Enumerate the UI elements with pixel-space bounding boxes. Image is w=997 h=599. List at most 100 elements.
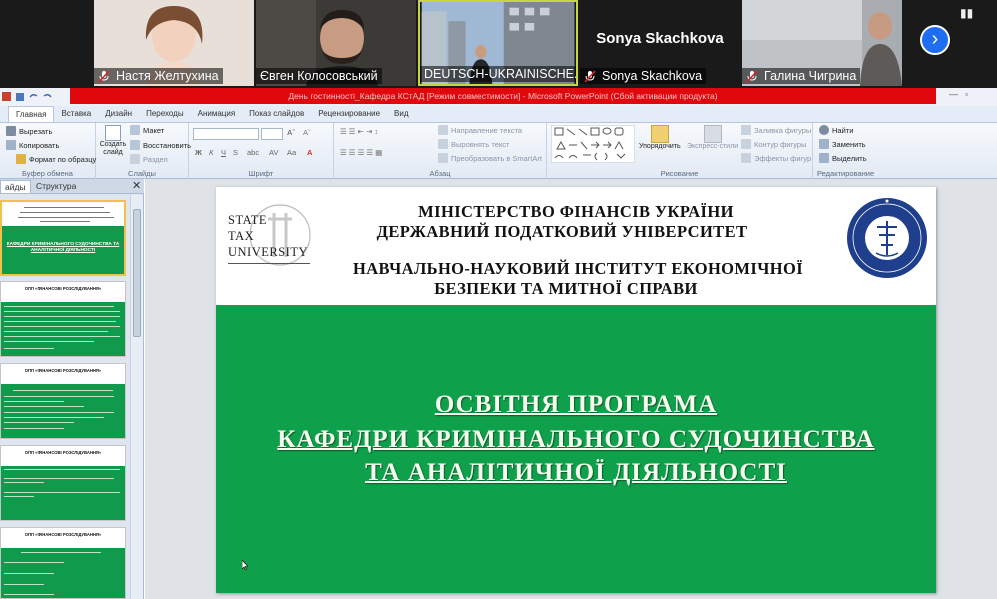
panel-tabs: айды Структура ✕ — [0, 179, 144, 194]
tab-design[interactable]: Дизайн — [98, 106, 139, 122]
tab-slideshow[interactable]: Показ слайдов — [242, 106, 311, 122]
align-icons[interactable]: ☰ ☰ ☰ ☰ ▦ — [340, 148, 382, 157]
current-slide[interactable]: STATE TAX UNIVERSITY МІНІСТЕРСТВО ФІНАНС… — [216, 187, 936, 593]
scrollbar-thumb[interactable] — [133, 209, 141, 337]
shape-fill-button[interactable]: Заливка фигуры — [741, 125, 811, 135]
slide-thumbnail-5[interactable]: ОПП «ФІНАНСОВІ РОЗСЛІДУВАННЯ» — [0, 527, 126, 599]
format-painter-button[interactable]: Формат по образцу — [16, 154, 96, 164]
layout-button[interactable]: Макет — [130, 125, 164, 135]
restore-icon[interactable]: ▫ — [965, 89, 968, 99]
shape-effects-label: Эффекты фигур — [754, 153, 812, 163]
participant-tile-3-active[interactable]: DEUTSCH-UKRAINISCHE... — [418, 0, 578, 86]
strikethrough-icon[interactable]: S — [233, 148, 238, 157]
font-size-select[interactable] — [261, 128, 283, 140]
bold-icon[interactable]: Ж — [195, 148, 202, 157]
section-button[interactable]: Раздел — [130, 154, 168, 164]
participant-name: Євген Колосовський — [260, 69, 378, 83]
text-direction-button[interactable]: Направление текста — [438, 125, 522, 135]
tab-home[interactable]: Главная — [8, 106, 55, 122]
slide-thumbnail-2[interactable]: ОПП «ФІНАНСОВІ РОЗСЛІДУВАННЯ» — [0, 281, 126, 357]
slide-thumbnail-1[interactable]: КАФЕДРИ КРИМІНАЛЬНОГО СУДОЧИНСТВА ТА АНА… — [0, 200, 126, 276]
copy-button[interactable]: Копировать — [6, 140, 59, 150]
mic-muted-icon — [98, 69, 110, 83]
tab-view[interactable]: Вид — [387, 106, 415, 122]
undo-icon[interactable] — [29, 94, 38, 98]
tab-outline[interactable]: Структура — [32, 180, 80, 193]
minimize-icon[interactable]: — — [949, 89, 958, 99]
shapes-gallery-icon[interactable] — [551, 125, 635, 163]
section-label: Раздел — [143, 154, 168, 164]
new-slide-button[interactable]: Создать слайд — [98, 125, 128, 157]
font-color-icon[interactable]: A — [307, 148, 312, 157]
thumb-body — [1, 302, 125, 356]
next-page-button[interactable]: › — [920, 25, 950, 55]
font-family-select[interactable] — [193, 128, 259, 140]
replace-button[interactable]: Заменить — [819, 139, 866, 149]
mic-muted-icon — [746, 69, 758, 83]
align-text-icon — [438, 139, 448, 149]
group-label: Редактирование — [817, 169, 875, 178]
copy-icon — [6, 140, 16, 150]
group-label: Слайды — [128, 169, 156, 178]
tab-animation[interactable]: Анимация — [191, 106, 243, 122]
participant-name-bar: Настя Желтухина — [94, 68, 223, 84]
institute-seal-icon — [847, 198, 927, 278]
group-slides: Создать слайд Макет Восстановить Раздел … — [96, 123, 191, 179]
reset-button[interactable]: Восстановить — [130, 140, 191, 150]
participant-name-bar: Галина Чигрина — [742, 68, 861, 84]
tab-review[interactable]: Рецензирование — [311, 106, 387, 122]
view-options-icon[interactable]: ▮▮ — [960, 6, 973, 20]
tab-insert[interactable]: Вставка — [54, 106, 98, 122]
tab-transitions[interactable]: Переходы — [139, 106, 191, 122]
align-text-button[interactable]: Выровнять текст — [438, 139, 509, 149]
logo-word: UNIVERSITY — [228, 245, 308, 259]
participant-tile-1[interactable]: Настя Желтухина — [94, 0, 254, 86]
thumb-header: ОПП «ФІНАНСОВІ РОЗСЛІДУВАННЯ» — [1, 282, 125, 302]
shape-effects-button[interactable]: Эффекты фигур — [741, 153, 811, 163]
thumb-body — [1, 384, 125, 438]
tab-slides[interactable]: айды — [0, 180, 31, 193]
group-label: Шрифт — [248, 169, 274, 178]
shape-outline-button[interactable]: Контур фигуры — [741, 139, 806, 149]
font-shrink-icon[interactable]: Aˇ — [303, 128, 311, 137]
participant-tile-2[interactable]: Євген Колосовський — [256, 0, 416, 86]
participant-tile-5[interactable]: Галина Чигрина — [742, 0, 902, 86]
underline-icon[interactable]: Ч — [221, 148, 226, 157]
find-label: Найти — [832, 125, 854, 135]
bullets-icon[interactable]: ☰ ☰ ⇤ ⇥ ↕ — [340, 127, 378, 136]
brush-icon — [16, 154, 26, 164]
thumb-header: ОПП «ФІНАНСОВІ РОЗСЛІДУВАННЯ» — [1, 446, 125, 466]
smartart-button[interactable]: Преобразовать в SmartArt — [438, 153, 542, 163]
layout-icon — [130, 125, 140, 135]
slides-panel: айды Структура ✕ КАФЕДРИ КРИМІНАЛЬНОГО С… — [0, 179, 144, 599]
redo-icon[interactable] — [43, 94, 52, 98]
participant-name-bar: Євген Колосовський — [256, 68, 382, 84]
close-icon[interactable]: ✕ — [132, 179, 141, 192]
spacing-icon[interactable]: AV — [269, 148, 278, 157]
thumb-header — [2, 202, 124, 226]
slide-title-line-2: КАФЕДРИ КРИМІНАЛЬНОГО СУДОЧИНСТВА — [277, 426, 875, 453]
arrange-button[interactable]: Упорядочить — [639, 125, 681, 150]
quick-styles-button[interactable]: Экспресс-стили — [687, 125, 738, 150]
save-icon[interactable] — [16, 93, 24, 101]
fill-icon — [741, 125, 751, 135]
participant-name-bar: Sonya Skachkova — [580, 68, 707, 84]
shadow-icon[interactable]: abc — [247, 148, 259, 157]
arrange-label: Упорядочить — [639, 143, 681, 150]
thumb-body — [1, 548, 125, 598]
text-direction-label: Направление текста — [451, 125, 523, 135]
slide-thumbnail-4[interactable]: ОПП «ФІНАНСОВІ РОЗСЛІДУВАННЯ» — [0, 445, 126, 521]
slide-thumbnail-3[interactable]: ОПП «ФІНАНСОВІ РОЗСЛІДУВАННЯ» — [0, 363, 126, 439]
italic-icon[interactable]: К — [209, 148, 213, 157]
panel-scrollbar[interactable] — [130, 195, 143, 599]
participant-tile-4[interactable]: Sonya Skachkova Sonya Skachkova — [580, 0, 740, 86]
slide-header: STATE TAX UNIVERSITY МІНІСТЕРСТВО ФІНАНС… — [216, 187, 936, 305]
thumb-title: ОПП «ФІНАНСОВІ РОЗСЛІДУВАННЯ» — [24, 286, 102, 291]
thumb-title: ОПП «ФІНАНСОВІ РОЗСЛІДУВАННЯ» — [24, 368, 102, 373]
thumb-title: КАФЕДРИ КРИМІНАЛЬНОГО СУДОЧИНСТВА ТА АНА… — [6, 242, 120, 253]
find-button[interactable]: Найти — [819, 125, 853, 135]
font-grow-icon[interactable]: Aˆ — [287, 128, 295, 137]
case-icon[interactable]: Aa — [287, 148, 296, 157]
cut-button[interactable]: Вырезать — [6, 126, 52, 136]
select-button[interactable]: Выделить — [819, 153, 867, 163]
